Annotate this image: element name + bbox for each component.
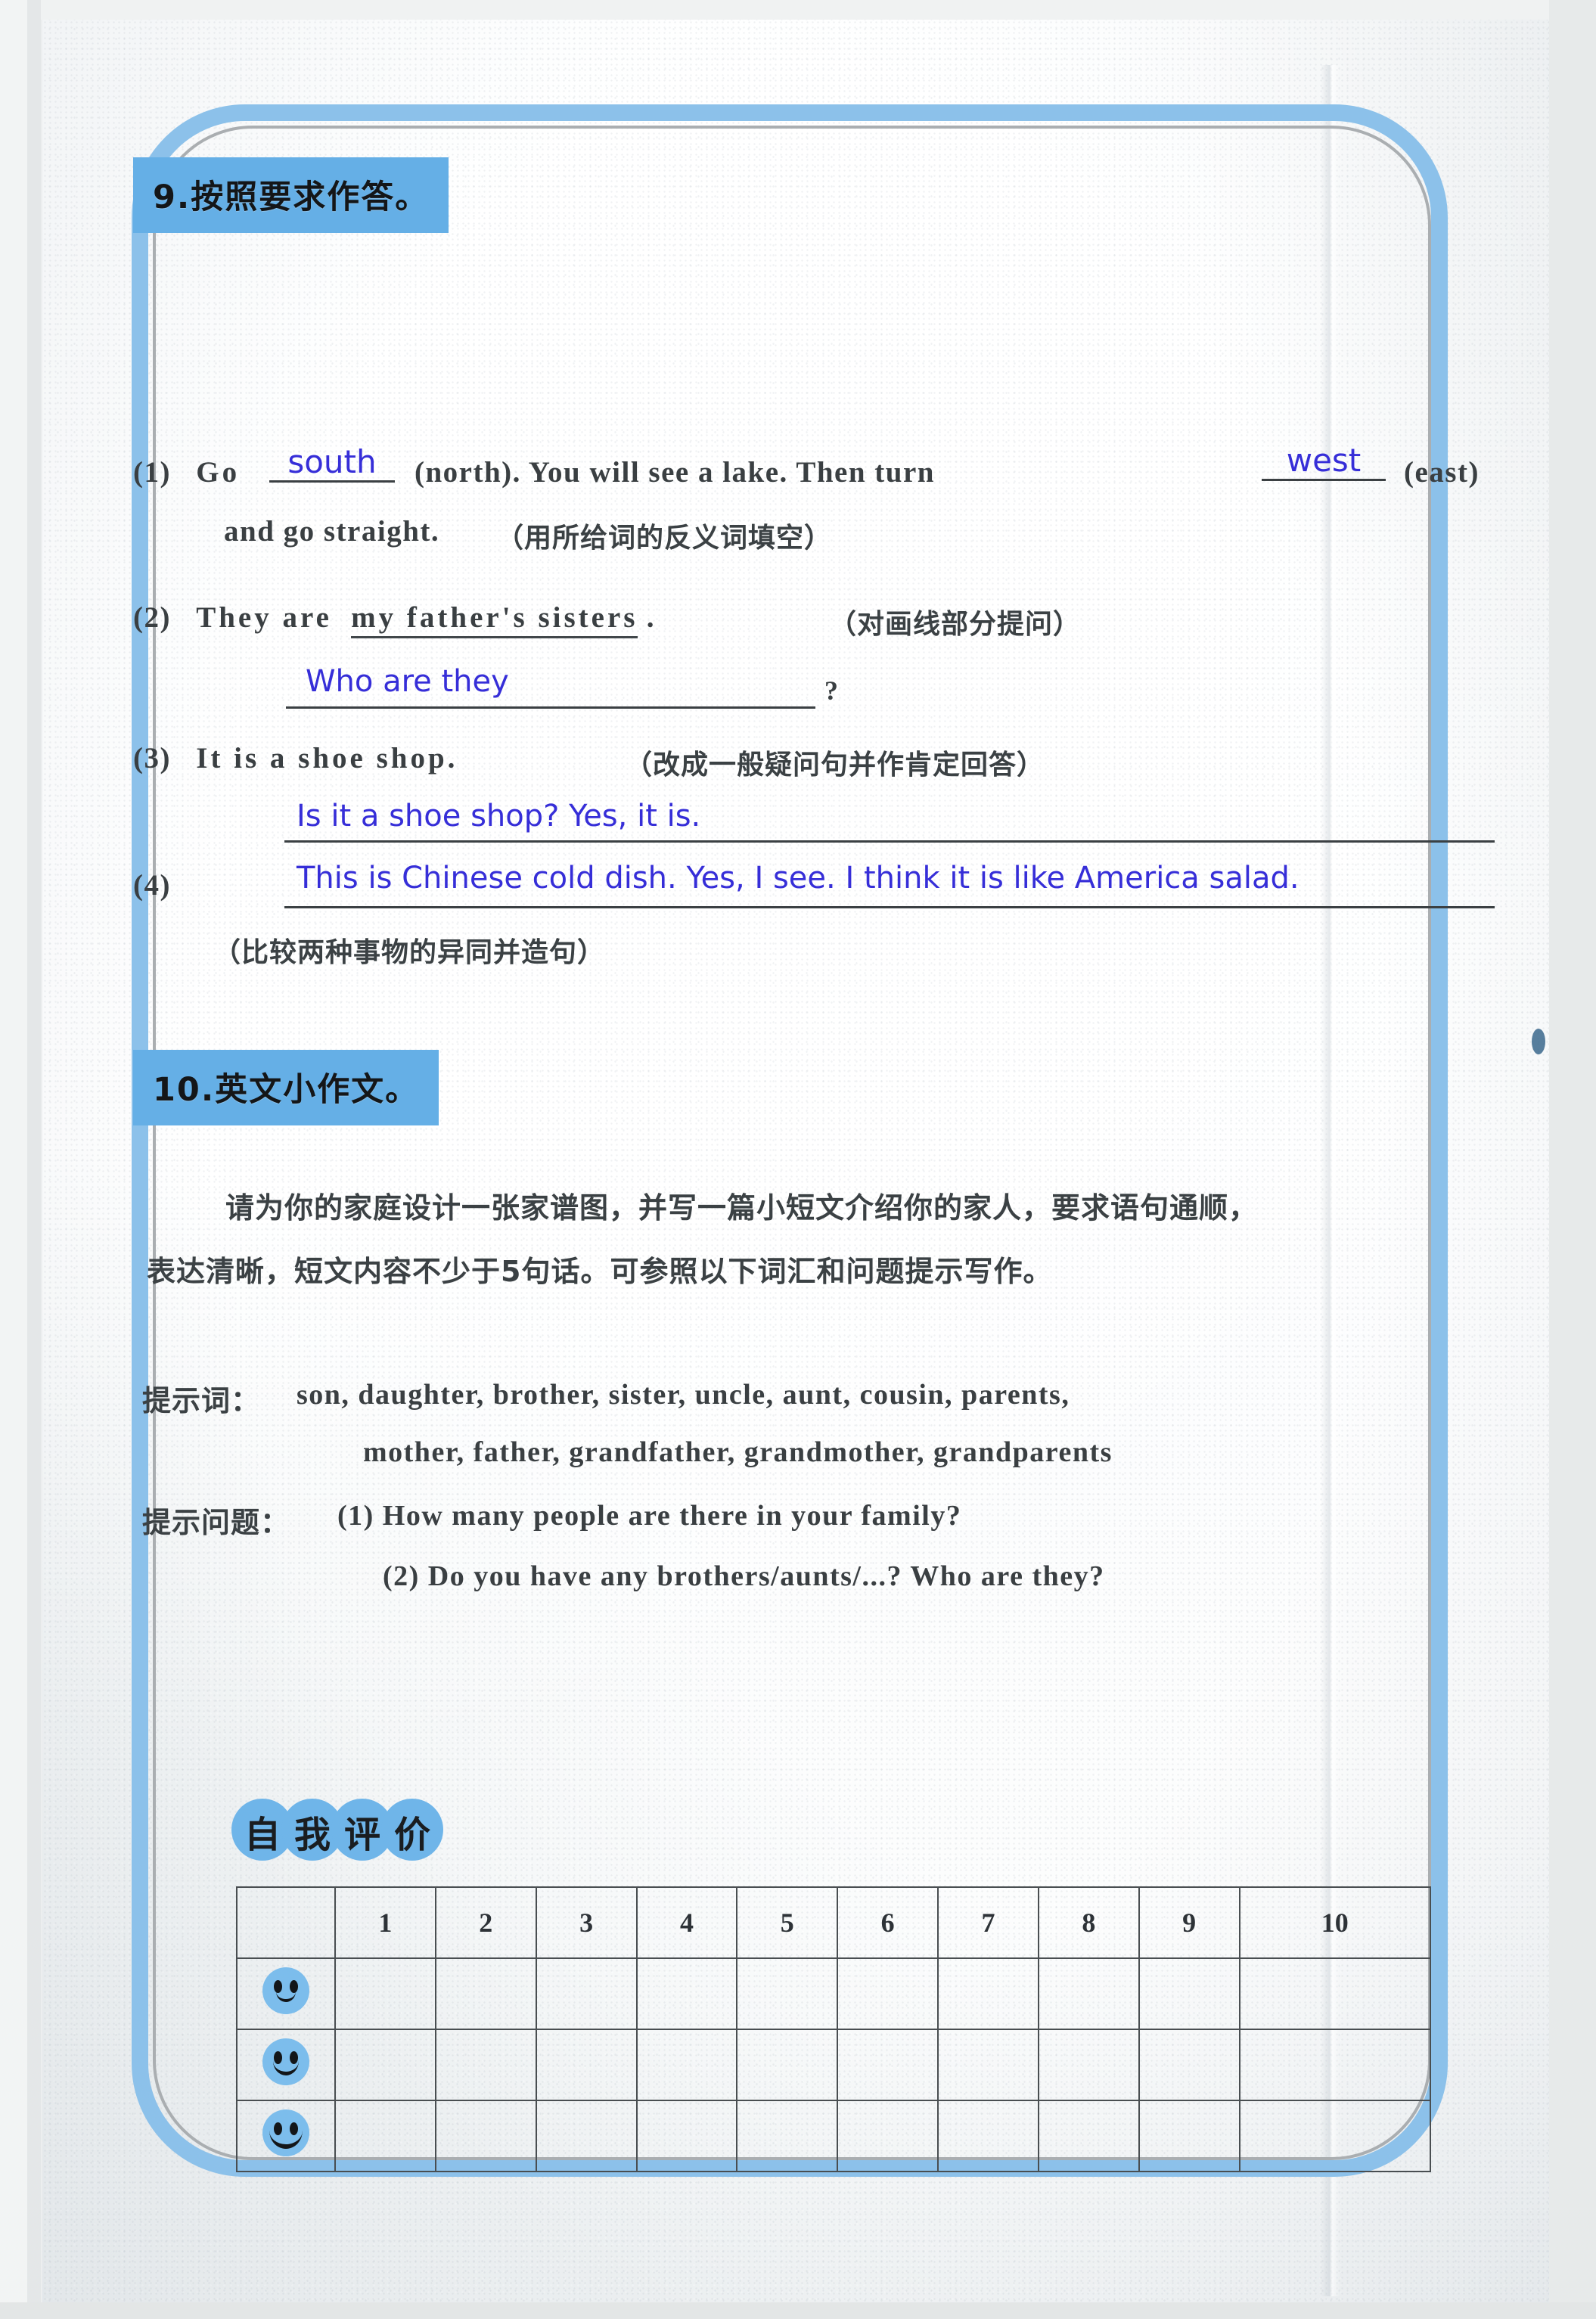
eval-cell[interactable] bbox=[434, 2100, 537, 2172]
table-corner-cell bbox=[236, 1886, 336, 1959]
table-col-header: 4 bbox=[635, 1886, 738, 1959]
q4-number: (4) bbox=[133, 869, 171, 902]
prompt-questions-label: 提示问题： bbox=[142, 1506, 290, 1539]
section-10-paragraph-line-2: 表达清晰，短文内容不少于5句话。可参照以下词汇和问题提示写作。 bbox=[147, 1255, 1053, 1288]
q1-before-blank: Go bbox=[196, 456, 241, 489]
q3-answer-rule[interactable] bbox=[284, 840, 1495, 843]
eval-cell[interactable] bbox=[535, 1957, 638, 2030]
smiley-face-medium-icon bbox=[236, 2029, 336, 2101]
table-col-header: 1 bbox=[334, 1886, 436, 1959]
table-row bbox=[236, 2029, 1432, 2101]
q1-blank-1[interactable]: south bbox=[269, 443, 395, 483]
scan-edge-artifact bbox=[1532, 1029, 1545, 1054]
eval-cell[interactable] bbox=[334, 2100, 436, 2172]
scan-margin-left-inner bbox=[27, 0, 41, 2319]
table-col-header: 3 bbox=[535, 1886, 638, 1959]
scanned-page: 9.按照要求作答。 (1) Go south (north). You will… bbox=[0, 0, 1596, 2319]
q3-answer-text[interactable]: Is it a shoe shop? Yes, it is. bbox=[297, 799, 700, 834]
q4-instruction: （比较两种事物的异同并造句） bbox=[213, 937, 606, 968]
table-header-row: 1 2 3 4 5 6 7 8 9 10 bbox=[236, 1886, 1432, 1959]
q4-answer-text[interactable]: This is Chinese cold dish. Yes, I see. I… bbox=[297, 861, 1299, 896]
q2-stem-prefix: They are bbox=[196, 601, 332, 634]
eval-cell[interactable] bbox=[937, 2029, 1039, 2101]
q2-number: (2) bbox=[133, 601, 171, 634]
eval-cell[interactable] bbox=[535, 2029, 638, 2101]
q2-answer-rule[interactable] bbox=[286, 706, 815, 709]
eval-cell[interactable] bbox=[1037, 1957, 1140, 2030]
prompt-words-label: 提示词： bbox=[142, 1384, 261, 1417]
eval-cell[interactable] bbox=[937, 2100, 1039, 2172]
q3-instruction: （改成一般疑问句并作肯定回答） bbox=[625, 750, 1045, 781]
eval-cell[interactable] bbox=[434, 2029, 537, 2101]
q3-number: (3) bbox=[133, 742, 171, 775]
q1-mid-text-1: (north). You will see a lake. Then turn bbox=[415, 456, 935, 489]
q1-instruction: （用所给词的反义词填空） bbox=[496, 523, 833, 554]
eval-title-char-4: 价 bbox=[393, 1814, 430, 1856]
q1-line2: and go straight. bbox=[224, 515, 440, 548]
table-col-header: 9 bbox=[1138, 1886, 1240, 1959]
table-row bbox=[236, 2100, 1432, 2172]
eval-cell[interactable] bbox=[635, 2100, 738, 2172]
scan-margin-right bbox=[1549, 0, 1596, 2319]
eval-cell[interactable] bbox=[1238, 2029, 1432, 2101]
eval-cell[interactable] bbox=[837, 2100, 939, 2172]
page-content: 9.按照要求作答。 (1) Go south (north). You will… bbox=[42, 20, 1549, 2302]
eval-cell[interactable] bbox=[937, 1957, 1039, 2030]
eval-cell[interactable] bbox=[837, 2029, 939, 2101]
table-row bbox=[236, 1957, 1432, 2030]
eval-cell[interactable] bbox=[1238, 1957, 1432, 2030]
table-col-header: 8 bbox=[1037, 1886, 1140, 1959]
eval-cell[interactable] bbox=[535, 2100, 638, 2172]
eval-cell[interactable] bbox=[334, 2029, 436, 2101]
paper-sheet: 9.按照要求作答。 (1) Go south (north). You will… bbox=[42, 20, 1549, 2302]
section-10-heading: 10.英文小作文。 bbox=[133, 1050, 439, 1125]
eval-cell[interactable] bbox=[1138, 2100, 1240, 2172]
q2-answer-question-mark: ? bbox=[824, 675, 840, 706]
q2-instruction: （对画线部分提问） bbox=[829, 609, 1082, 640]
prompt-words-line-1: son, daughter, brother, sister, uncle, a… bbox=[297, 1379, 1070, 1411]
smiley-face-slight-icon bbox=[236, 1957, 336, 2030]
q1-blank-2[interactable]: west bbox=[1262, 442, 1386, 481]
prompt-question-1: (1) How many people are there in your fa… bbox=[337, 1500, 962, 1532]
eval-cell[interactable] bbox=[837, 1957, 939, 2030]
scan-margin-left bbox=[0, 0, 27, 2319]
smiley-face-wide-icon bbox=[236, 2100, 336, 2172]
eval-cell[interactable] bbox=[1138, 2029, 1240, 2101]
eval-cell[interactable] bbox=[1138, 1957, 1240, 2030]
prompt-question-2: (2) Do you have any brothers/aunts/...? … bbox=[383, 1560, 1105, 1592]
eval-cell[interactable] bbox=[1238, 2100, 1432, 2172]
scan-margin-bottom bbox=[0, 2302, 1596, 2319]
table-col-header: 5 bbox=[736, 1886, 839, 1959]
q2-stem-suffix: . bbox=[646, 601, 655, 634]
section-10-paragraph-line-1: 请为你的家庭设计一张家谱图，并写一篇小短文介绍你的家人，要求语句通顺， bbox=[225, 1191, 1259, 1225]
section-9-heading: 9.按照要求作答。 bbox=[133, 157, 449, 233]
q2-answer-text[interactable]: Who are they bbox=[306, 664, 509, 699]
eval-cell[interactable] bbox=[1037, 2029, 1140, 2101]
eval-cell[interactable] bbox=[635, 2029, 738, 2101]
eval-cell[interactable] bbox=[434, 1957, 537, 2030]
eval-cell[interactable] bbox=[736, 2100, 839, 2172]
q2-stem-underlined: my father's sisters bbox=[351, 601, 638, 638]
q1-number: (1) bbox=[133, 456, 171, 489]
eval-cell[interactable] bbox=[736, 2029, 839, 2101]
eval-cell[interactable] bbox=[635, 1957, 738, 2030]
eval-cell[interactable] bbox=[1037, 2100, 1140, 2172]
table-col-header: 6 bbox=[837, 1886, 939, 1959]
eval-cell[interactable] bbox=[334, 1957, 436, 2030]
q1-mid-text-2: (east) bbox=[1404, 456, 1480, 489]
table-col-header: 7 bbox=[937, 1886, 1039, 1959]
q3-stem: It is a shoe shop. bbox=[196, 742, 458, 775]
prompt-words-line-2: mother, father, grandfather, grandmother… bbox=[363, 1436, 1113, 1468]
q4-answer-rule[interactable] bbox=[284, 906, 1495, 908]
table-col-header: 10 bbox=[1238, 1886, 1432, 1959]
table-col-header: 2 bbox=[434, 1886, 537, 1959]
scan-margin-top bbox=[0, 0, 1596, 20]
eval-cell[interactable] bbox=[736, 1957, 839, 2030]
self-evaluation-table: 1 2 3 4 5 6 7 8 9 10 bbox=[236, 1886, 1432, 2172]
